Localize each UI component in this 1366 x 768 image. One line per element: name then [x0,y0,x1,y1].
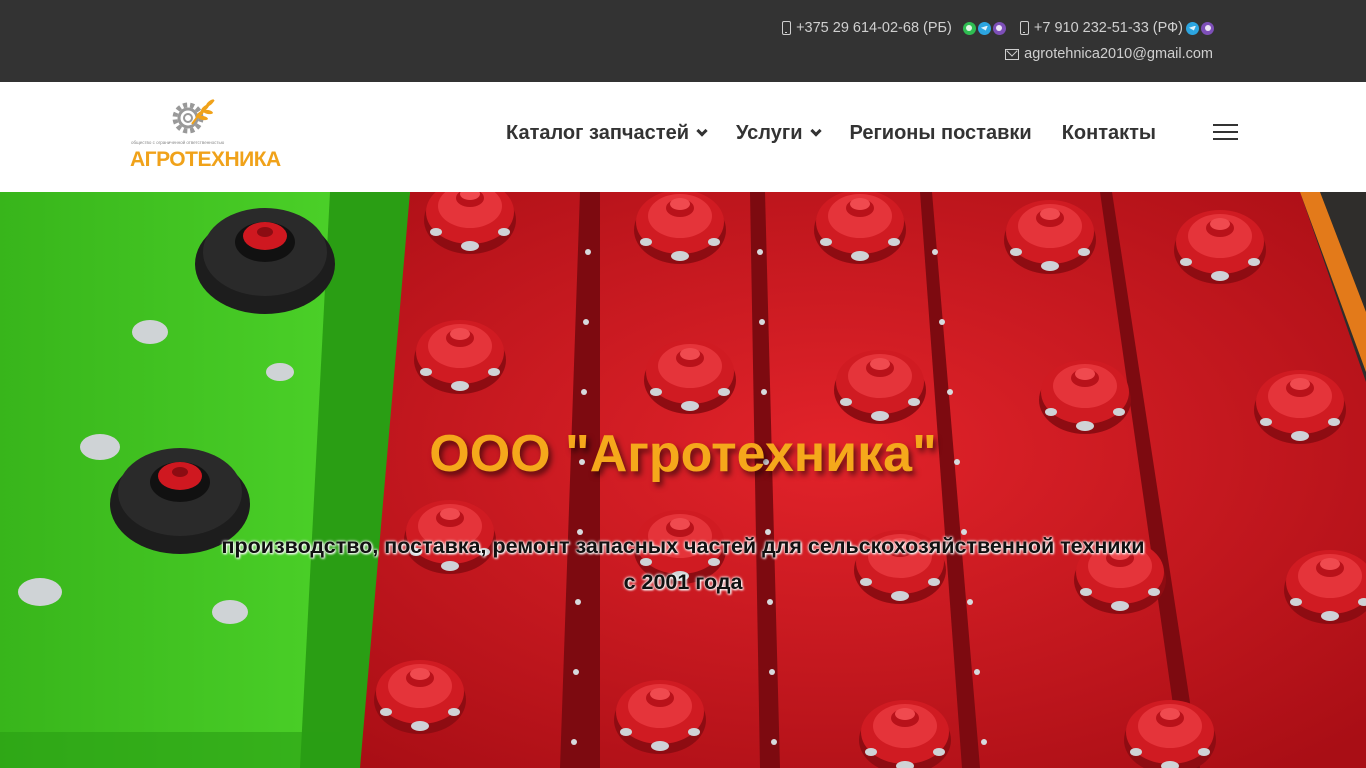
top-contact-bar: +375 29 614-02-68 (РБ) +7 910 232-51-33 … [0,0,1366,82]
mobile-phone-icon [782,21,792,35]
envelope-icon [1005,48,1020,60]
nav-item-regions[interactable]: Регионы поставки [850,122,1032,145]
nav-item-services[interactable]: Услуги [736,121,822,145]
chevron-down-icon [696,124,708,137]
site-header: общество с ограниченной ответственностью… [0,82,1366,192]
nav-item-regions-label: Регионы поставки [849,121,1032,144]
main-navigation: Каталог запчастей Услуги Регионы поставк… [506,120,1186,146]
nav-item-contacts[interactable]: Контакты [1062,122,1156,145]
mobile-phone-icon [1019,21,1029,35]
phone-contacts-row: +375 29 614-02-68 (РБ) +7 910 232-51-33 … [782,17,1214,39]
gear-wheat-logo-icon [172,99,215,134]
viber-icon[interactable] [1201,21,1214,35]
nav-item-catalog[interactable]: Каталог запчастей [506,121,708,145]
hero-subtitle: производство, поставка, ремонт запасных … [221,534,1145,594]
nav-item-services-label: Услуги [736,121,803,144]
hero-title: ООО "Агротехника" [429,425,937,483]
chevron-down-icon [809,124,822,137]
email-contact-row: agrotehnica2010@gmail.com [1005,43,1213,65]
logo-wordmark: АГРОТЕХНИКА [130,148,281,171]
nav-item-catalog-label: Каталог запчастей [506,121,689,144]
whatsapp-icon[interactable] [962,21,976,35]
messenger-icons-rb [961,21,1006,35]
hero-banner: ООО "Агротехника" производство, поставка… [0,192,1366,768]
telegram-icon[interactable] [1186,21,1199,35]
logo-tagline: общество с ограниченной ответственностью [131,140,225,145]
phone-rf-link[interactable]: +7 910 232-51-33 (РФ) [1034,20,1183,36]
hamburger-menu-icon[interactable] [1213,124,1238,142]
company-logo[interactable]: общество с ограниченной ответственностью… [130,96,281,172]
email-link[interactable]: agrotehnica2010@gmail.com [1024,46,1213,62]
viber-icon[interactable] [992,21,1006,35]
phone-rb-link[interactable]: +375 29 614-02-68 (РБ) [796,20,952,36]
telegram-icon[interactable] [977,21,991,35]
messenger-icons-rf [1184,21,1214,35]
nav-item-contacts-label: Контакты [1061,121,1157,144]
